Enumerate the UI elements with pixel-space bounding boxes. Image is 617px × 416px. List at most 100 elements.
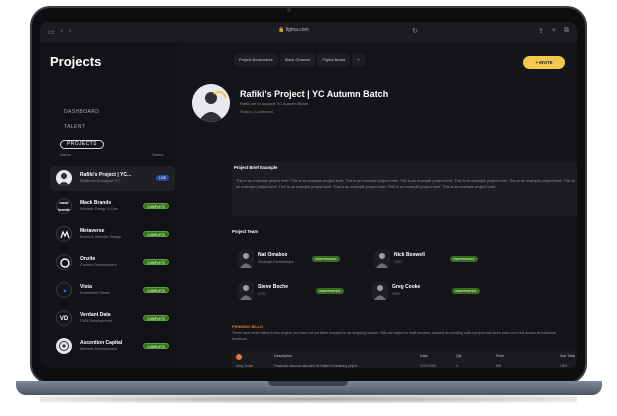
view-profile-button[interactable]: VIEW PROFILE	[312, 256, 340, 262]
laptop-shadow	[40, 395, 577, 403]
project-subtitle: Embedded Talent	[80, 291, 110, 295]
project-name: Metaverse	[80, 228, 105, 234]
bills-table-header: Description Date Qty Price Sub Total	[234, 353, 577, 361]
project-name: Vista	[80, 284, 92, 290]
project-title: Rafiki's Project | YC Autumn Batch	[240, 89, 389, 99]
col-price[interactable]: Price	[496, 354, 504, 358]
project-item-ascention-capital[interactable]: Ascention Capital Website Development CO…	[50, 334, 175, 359]
member-name: Nat Omabox	[258, 252, 288, 258]
member-role: Strategic Partnerships	[258, 260, 294, 264]
project-item-onzite[interactable]: Onzite Custom Development COMPLETE	[50, 250, 175, 275]
bill-description: Fractional resource allocated for Rafiki…	[274, 364, 358, 368]
column-header-status[interactable]: Status	[152, 152, 163, 157]
project-subtitle: Website Design & Dev	[80, 207, 118, 211]
tab-slack-channel[interactable]: Slack Channel	[279, 54, 316, 66]
laptop-opening-notch	[268, 381, 348, 386]
view-profile-button[interactable]: VIEW PROFILE	[316, 288, 344, 294]
address-bar[interactable]: 🔒 figma.com	[278, 27, 309, 33]
project-subtitle: Rafiki set to support YC...	[80, 179, 123, 183]
tabs-overview-icon[interactable]: ⧉	[564, 27, 569, 35]
project-item-vista[interactable]: Vista Embedded Talent COMPLETE	[50, 278, 175, 303]
ascention-capital-logo	[56, 338, 72, 354]
member-avatar	[374, 250, 390, 268]
table-row[interactable]: Greg Cooke Fractional resource allocated…	[234, 362, 577, 368]
member-avatar	[238, 250, 254, 268]
status-badge: COMPLETE	[143, 231, 169, 237]
share-icon[interactable]: ⇪	[538, 27, 544, 35]
tab-project-bookmarks[interactable]: Project Bookmarks	[234, 54, 278, 66]
logo-text: VD	[59, 316, 69, 322]
add-link-button[interactable]: +	[352, 54, 365, 66]
team-member: Nick Boswell CEO VIEW PROFILE	[374, 250, 494, 268]
project-subtitle: Rafiki set to support YC Autumn Batch	[240, 101, 308, 106]
project-avatar	[192, 84, 230, 122]
project-name: Verdant Data	[80, 312, 111, 318]
project-detail: Project Bookmarks Slack Channel Figma Bo…	[178, 42, 577, 368]
invite-button[interactable]: + INVITE	[523, 56, 565, 69]
browser-toolbar: ▭ ‹ › 🔒 figma.com ↻ ⇪ + ⧉	[40, 22, 577, 42]
project-item-rafiki[interactable]: Rafiki's Project | YC... Rafiki set to s…	[50, 166, 175, 191]
bill-qty: 3	[456, 364, 458, 368]
member-role: CTO	[258, 292, 266, 296]
forward-icon[interactable]: ›	[69, 28, 71, 36]
project-item-mack-brands[interactable]: mack brands Mack Brands Website Design &…	[50, 194, 175, 219]
status-badge: COMPLETE	[143, 315, 169, 321]
pending-bills-title: PENDING BILLS	[232, 324, 263, 329]
project-item-verdant-data[interactable]: VD Verdant Data CMS Development COMPLETE	[50, 306, 175, 331]
brief-text: This is an example project brief. This i…	[236, 179, 575, 189]
col-qty[interactable]: Qty	[456, 354, 462, 358]
project-status: Status | Confirmed	[240, 109, 274, 114]
project-subtitle: Brand & Website Design	[80, 235, 122, 239]
team-member: Nat Omabox Strategic Partnerships VIEW P…	[238, 250, 358, 268]
nav-projects[interactable]: PROJECTS	[60, 140, 104, 149]
status-badge: COMPLETE	[143, 259, 169, 265]
verdant-data-logo: VD	[56, 310, 72, 326]
col-subtotal[interactable]: Sub Total	[560, 354, 575, 358]
member-name: Greg Cooke	[392, 284, 421, 290]
member-role: CEO	[394, 260, 402, 264]
brief-title: Project Brief Example	[234, 165, 278, 170]
project-name: Onzite	[80, 256, 96, 262]
metaverse-logo	[56, 226, 72, 242]
team-title: Project Team	[232, 229, 258, 234]
back-icon[interactable]: ‹	[61, 28, 63, 36]
member-role: CEO	[392, 292, 400, 296]
project-subtitle: Custom Development	[80, 263, 117, 267]
url-text: figma.com	[285, 27, 309, 33]
bill-person: Greg Cooke	[236, 364, 254, 368]
member-name: Steve Boche	[258, 284, 289, 290]
col-description[interactable]: Description	[274, 354, 292, 358]
nav-talent[interactable]: TALENT	[64, 124, 85, 130]
status-badge: COMPLETE	[143, 287, 169, 293]
col-date[interactable]: Date	[420, 354, 428, 358]
project-name: Mack Brands	[80, 200, 112, 206]
project-subtitle: Website Development	[80, 347, 118, 351]
status-badge: LIVE	[155, 175, 169, 181]
bill-total: 1500	[560, 364, 568, 368]
page-title: Projects	[50, 54, 102, 69]
project-subtitle: CMS Development	[80, 319, 112, 323]
pending-bills-text: These have been billed to this project, …	[232, 331, 556, 341]
bill-price: 500	[496, 364, 502, 368]
status-badge: COMPLETE	[143, 203, 169, 209]
sidebar-toggle-icon[interactable]: ▭	[48, 28, 55, 36]
project-item-metaverse[interactable]: Metaverse Brand & Website Design COMPLET…	[50, 222, 175, 247]
view-profile-button[interactable]: VIEW PROFILE	[452, 288, 480, 294]
tab-figma-board[interactable]: Figma Board	[317, 54, 351, 66]
new-tab-icon[interactable]: +	[552, 27, 556, 35]
project-links: Project Bookmarks Slack Channel Figma Bo…	[234, 54, 365, 66]
reload-icon[interactable]: ↻	[412, 27, 418, 35]
sidebar: Projects DASHBOARD TALENT PROJECTS Name …	[40, 42, 178, 368]
status-badge: COMPLETE	[143, 343, 169, 349]
logo-text: mack brands	[58, 201, 70, 212]
bill-date: 12.09.2023	[420, 364, 436, 368]
camera-dot	[287, 8, 291, 12]
laptop-mockup: ▭ ‹ › 🔒 figma.com ↻ ⇪ + ⧉ Projects DASHB…	[0, 0, 617, 416]
nav-dashboard[interactable]: DASHBOARD	[64, 109, 99, 115]
team-member: Greg Cooke CEO VIEW PROFILE	[372, 282, 492, 300]
laptop-screen: ▭ ‹ › 🔒 figma.com ↻ ⇪ + ⧉ Projects DASHB…	[40, 22, 577, 368]
column-header-name[interactable]: Name	[60, 152, 71, 157]
view-profile-button[interactable]: VIEW PROFILE	[450, 256, 478, 262]
onzite-logo	[56, 254, 72, 270]
vista-logo	[56, 282, 72, 298]
